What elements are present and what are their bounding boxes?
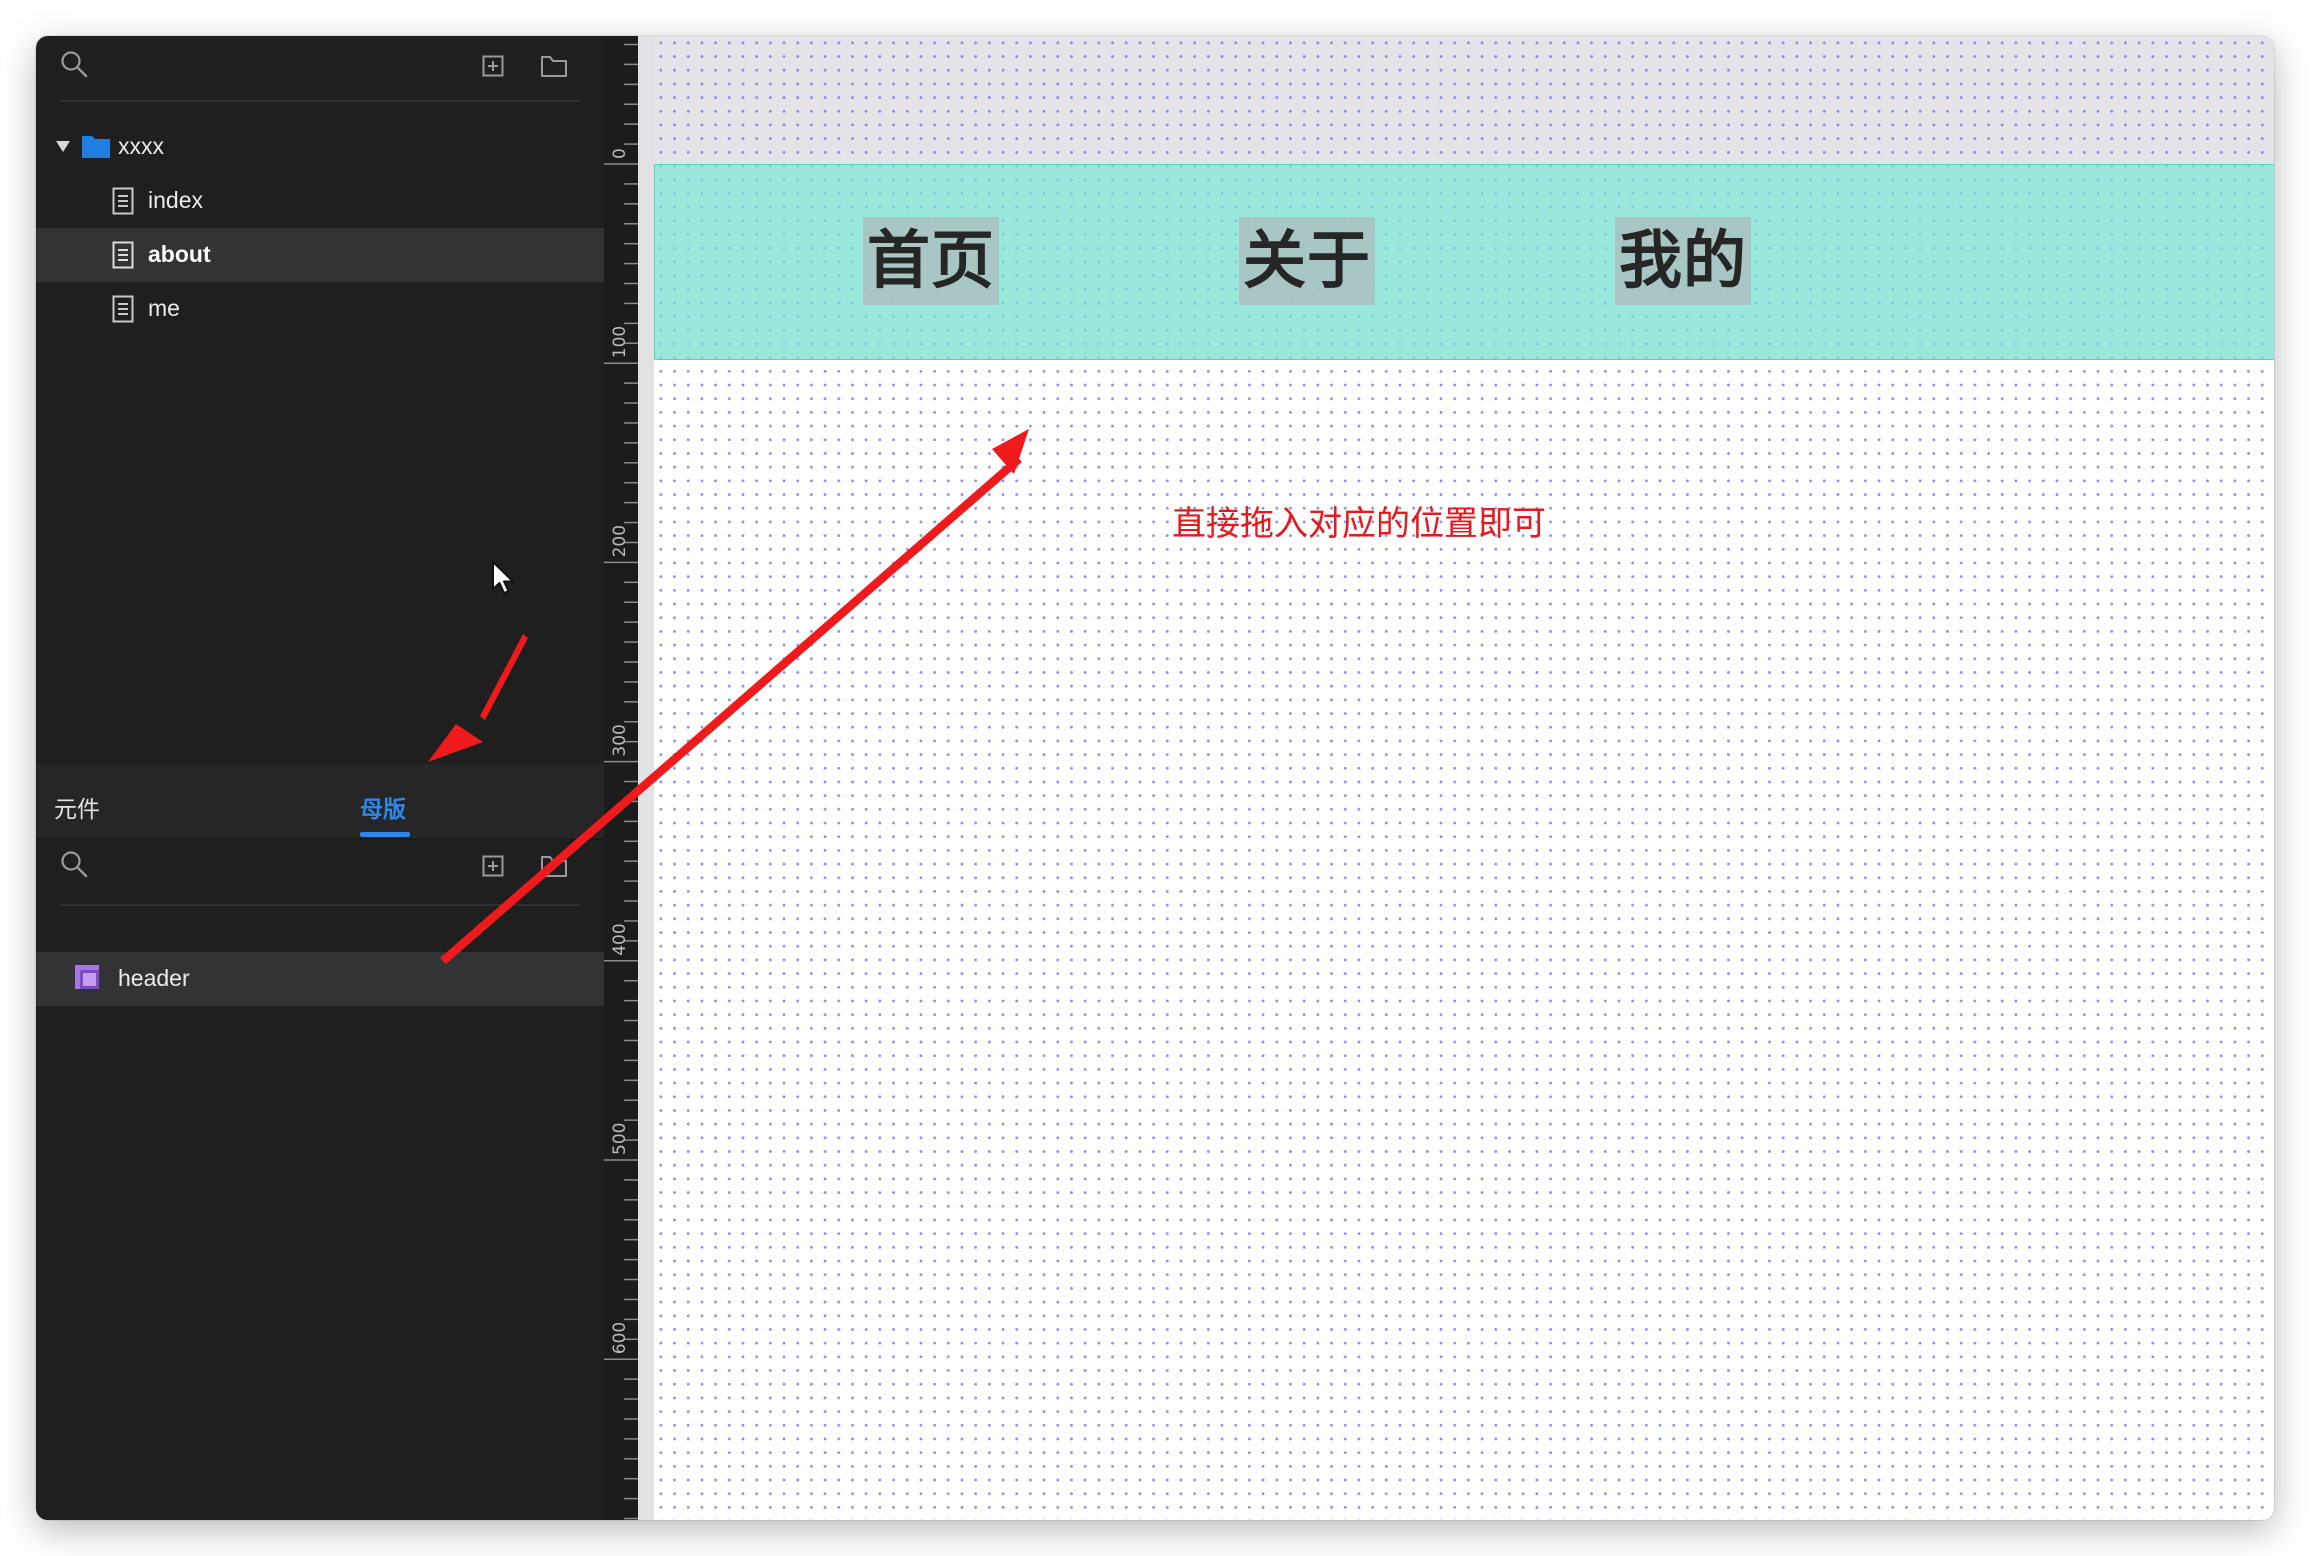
mouse-cursor-icon — [492, 561, 514, 594]
app-window: xxxx index about me 元件 母版 header 0 100 2… — [36, 36, 2274, 1520]
drag-arrow-icon — [440, 456, 1022, 964]
annotation-arrows — [428, 429, 1029, 964]
pointer-arrow-icon — [480, 634, 528, 720]
drag-arrow-head — [992, 429, 1029, 474]
pointer-arrow-head — [428, 724, 483, 762]
